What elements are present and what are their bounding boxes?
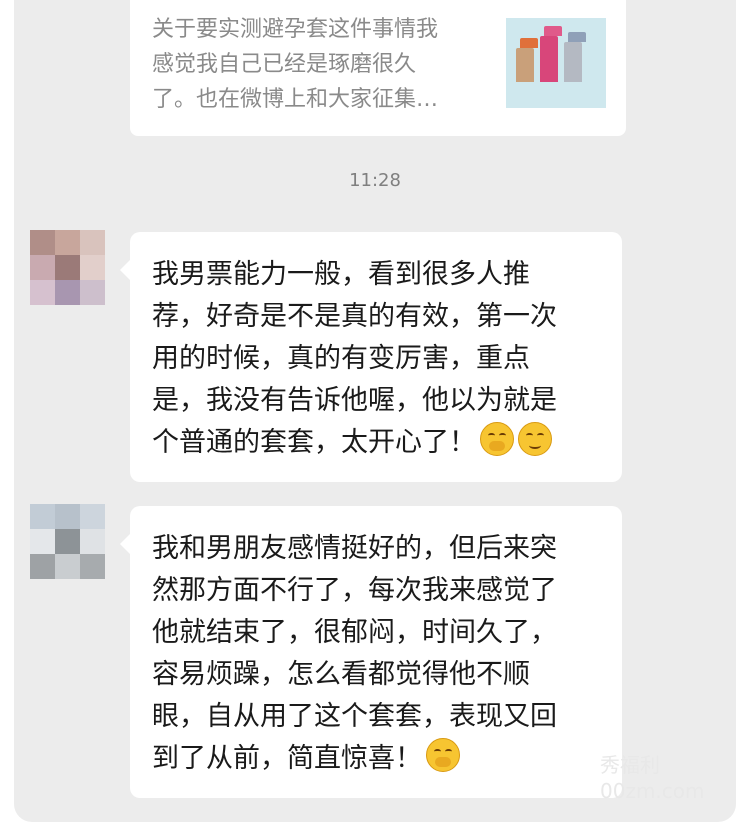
message-line: 容易烦躁，怎么看都觉得他不顺 xyxy=(152,659,530,690)
message-line: 用的时候，真的有变厉害，重点 xyxy=(152,343,530,374)
watermark: 秀福利 00zm.com xyxy=(600,752,705,804)
product-thumbnail-image xyxy=(506,18,606,108)
message-line: 我和男朋友感情挺好的，但后来突 xyxy=(152,533,557,564)
message-bubble: 我和男朋友感情挺好的，但后来突 然那方面不行了，每次我来感觉了 他就结束了，很郁… xyxy=(120,506,622,798)
avatar[interactable] xyxy=(30,230,106,306)
avatar[interactable] xyxy=(30,504,106,580)
message-line: 他就结束了，很郁闷，时间久了， xyxy=(152,617,557,648)
message-line: 然那方面不行了，每次我来感觉了 xyxy=(152,575,557,606)
message-line-with-emoji: 到了从前，简直惊喜！ xyxy=(152,738,622,780)
message-line-with-emoji: 个普通的套套，太开心了！ xyxy=(152,422,622,464)
watermark-text: 秀福利 xyxy=(600,753,660,777)
watermark-url: 00zm.com xyxy=(600,779,705,803)
message-line: 个普通的套套，太开心了！ xyxy=(152,427,476,458)
message-line: 是，我没有告诉他喔，他以为就是 xyxy=(152,385,557,416)
laughing-tears-emoji xyxy=(480,422,514,456)
message-bubble: 我男票能力一般，看到很多人推 荐，好奇是不是真的有效，第一次 用的时候，真的有变… xyxy=(120,232,622,482)
link-preview-card[interactable]: 关于要实测避孕套这件事情我 感觉我自己已经是琢磨很久 了。也在微博上和大家征集… xyxy=(130,0,626,136)
message-line: 我男票能力一般，看到很多人推 xyxy=(152,259,530,290)
message-line: 到了从前，简直惊喜！ xyxy=(152,743,422,774)
happy-blush-emoji xyxy=(518,422,552,456)
thinking-smirk-emoji xyxy=(426,738,460,772)
message-line: 眼，自从用了这个套套，表现又回 xyxy=(152,701,557,732)
message-timestamp: 11:28 xyxy=(349,170,401,191)
message-line: 荐，好奇是不是真的有效，第一次 xyxy=(152,301,557,332)
link-preview-text: 关于要实测避孕套这件事情我 感觉我自己已经是琢磨很久 了。也在微博上和大家征集… xyxy=(152,17,439,112)
